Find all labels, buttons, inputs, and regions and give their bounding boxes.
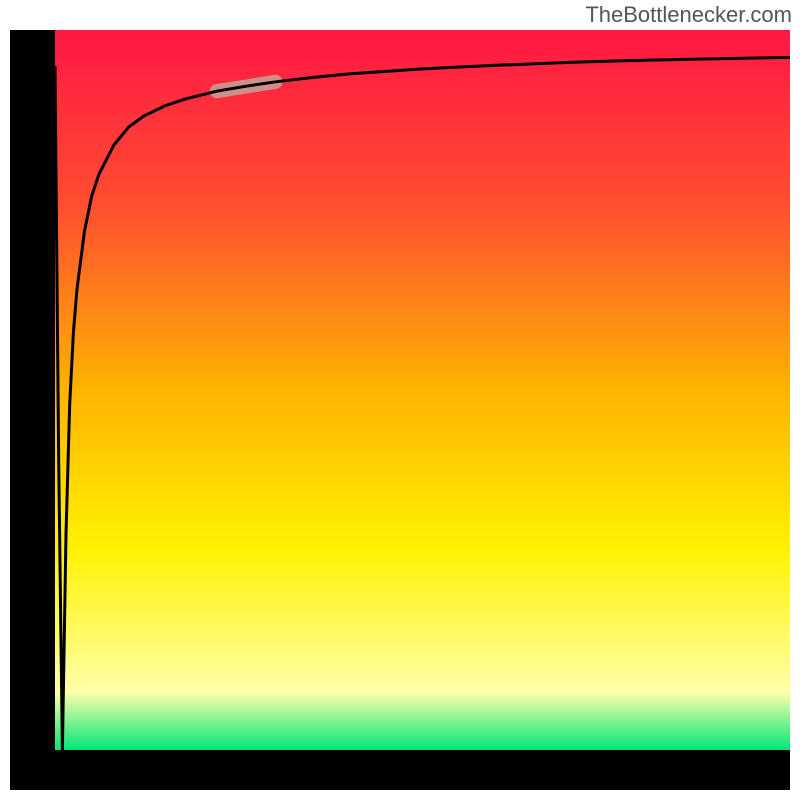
chart-container: TheBottlenecker.com (0, 0, 800, 800)
frame-bottom (10, 750, 790, 790)
plot-background (55, 30, 790, 750)
frame-left (10, 30, 55, 790)
attribution-text: TheBottlenecker.com (585, 2, 792, 28)
chart-svg (0, 0, 800, 800)
